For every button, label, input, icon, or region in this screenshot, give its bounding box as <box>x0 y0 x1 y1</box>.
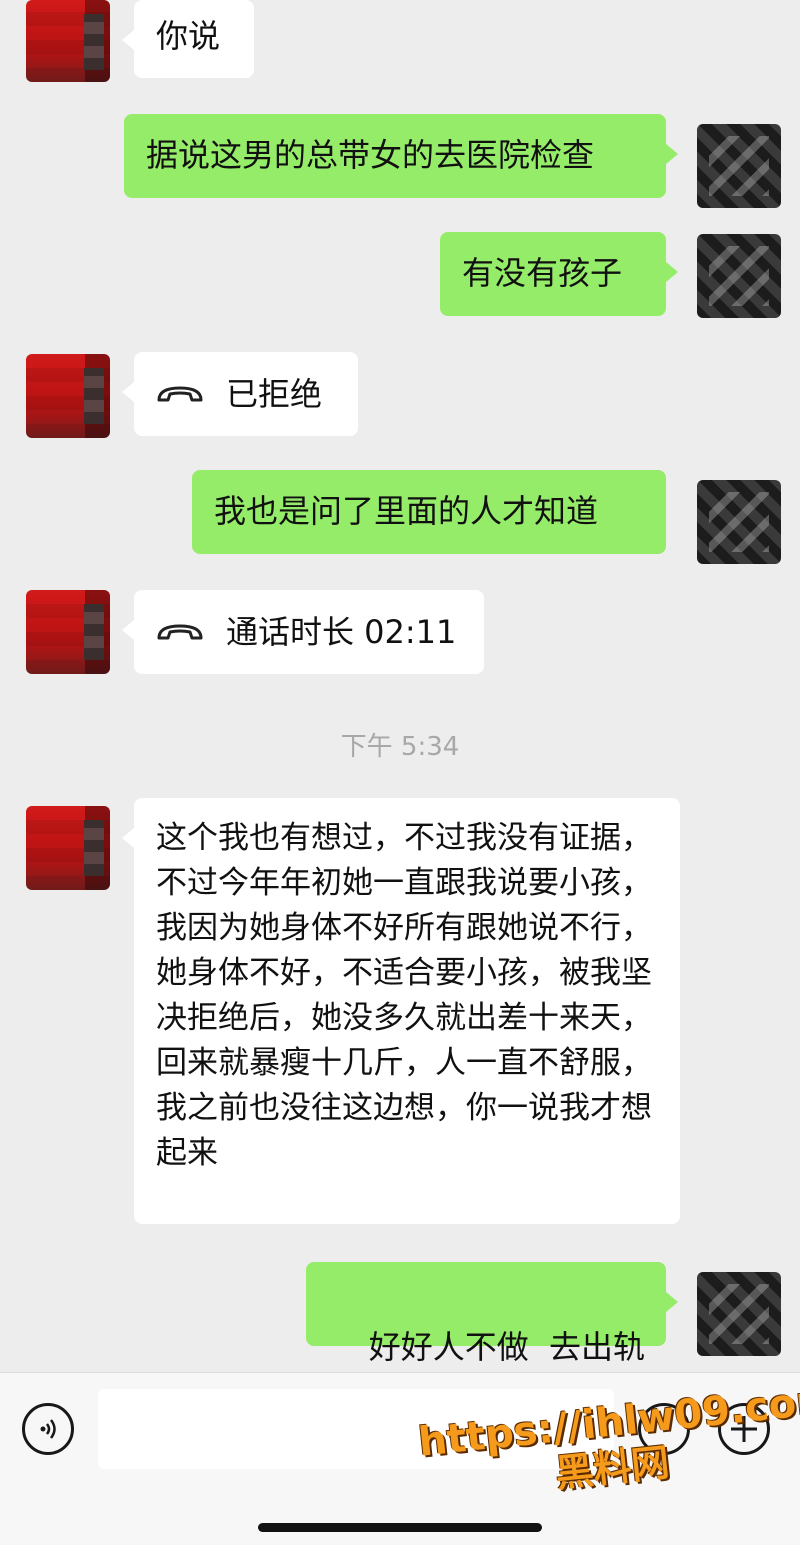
call-duration-text: 通话时长 02:11 <box>226 613 457 651</box>
contact-avatar[interactable] <box>26 0 110 82</box>
message-bubble-outgoing[interactable]: 据说这男的总带女的去医院检查 <box>124 114 678 198</box>
message-bubble-outgoing[interactable]: 我也是问了里面的人才知道 <box>192 470 666 554</box>
message-text: 好好人不做 去出轨 <box>368 1328 646 1366</box>
chat-timestamp: 下午 5:34 <box>340 732 460 762</box>
my-avatar[interactable] <box>697 234 781 318</box>
call-record-bubble[interactable]: 已拒绝 <box>122 352 358 436</box>
contact-avatar[interactable] <box>26 590 110 674</box>
message-text: 有没有孩子 <box>462 254 623 292</box>
message-text: 你说 <box>156 17 221 55</box>
my-avatar[interactable] <box>697 1272 781 1356</box>
voice-icon[interactable] <box>22 1403 74 1455</box>
message-bubble-outgoing[interactable]: 有没有孩子 <box>440 232 678 316</box>
my-avatar[interactable] <box>697 124 781 208</box>
call-status-text: 已拒绝 <box>226 375 323 413</box>
message-text: 据说这男的总带女的去医院检查 <box>146 136 595 174</box>
message-bubble-incoming[interactable]: 你说 <box>122 0 254 78</box>
contact-avatar[interactable] <box>26 354 110 438</box>
phone-hangup-icon <box>156 622 204 642</box>
phone-hangup-icon <box>156 384 204 404</box>
call-record-bubble[interactable]: 通话时长 02:11 <box>122 590 484 674</box>
message-text: 我也是问了里面的人才知道 <box>214 492 599 530</box>
home-indicator[interactable] <box>258 1523 542 1532</box>
message-bubble-outgoing[interactable]: 好好人不做 去出轨 <box>306 1262 678 1366</box>
contact-avatar[interactable] <box>26 806 110 890</box>
message-text: 这个我也有想过，不过我没有证据，不过今年年初她一直跟我说要小孩，我因为她身体不好… <box>156 820 652 1171</box>
my-avatar[interactable] <box>697 480 781 564</box>
message-bubble-incoming[interactable]: 这个我也有想过，不过我没有证据，不过今年年初她一直跟我说要小孩，我因为她身体不好… <box>122 798 680 1224</box>
chat-area[interactable]: 你说 据说这男的总带女的去医院检查 有没有孩子 已拒绝 我也是问了里面的人才知道… <box>0 0 800 1372</box>
